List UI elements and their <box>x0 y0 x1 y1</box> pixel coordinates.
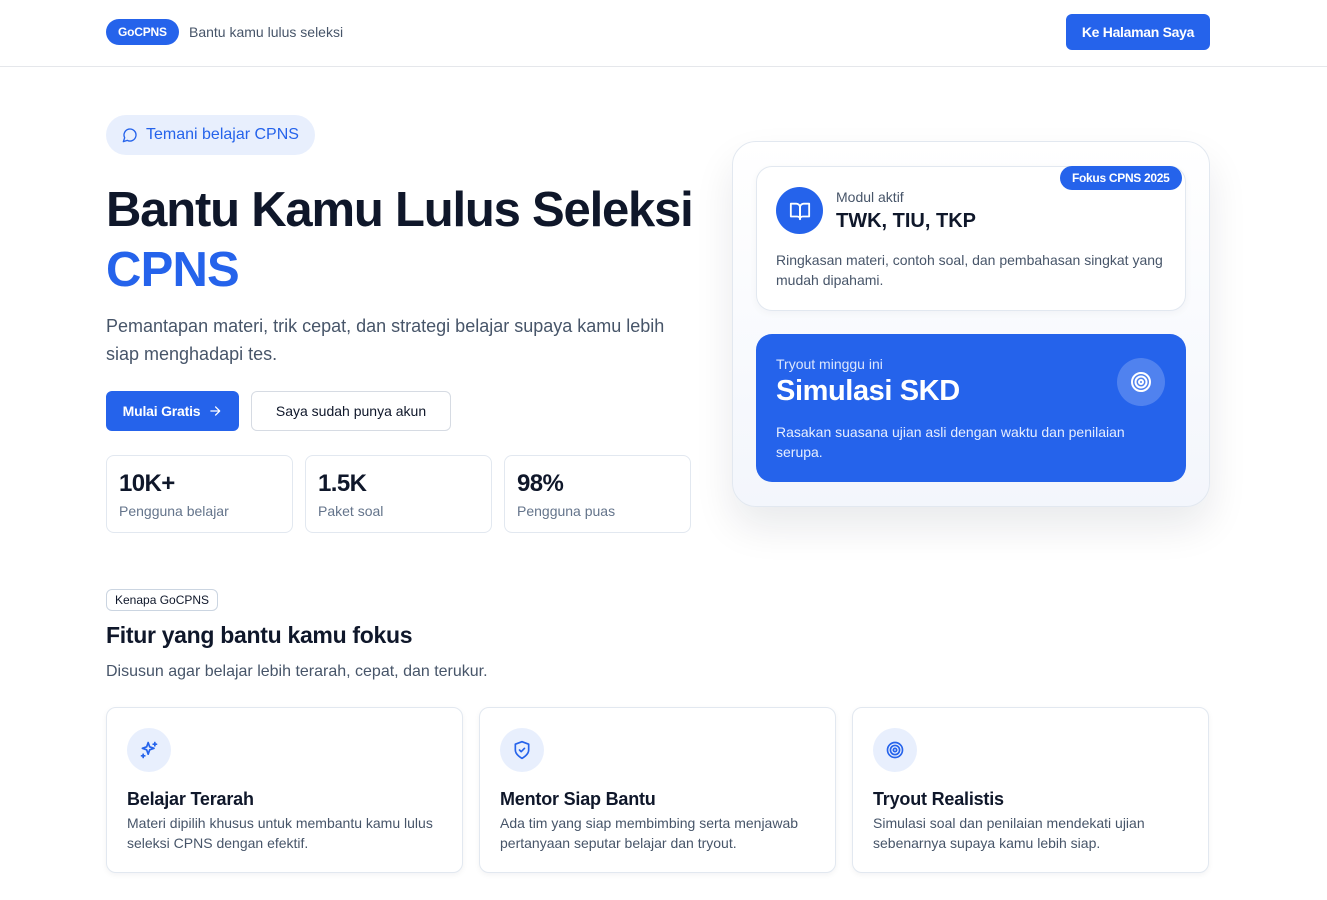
tryout-label: Tryout minggu ini <box>776 356 883 372</box>
stat-value: 1.5K <box>318 470 367 497</box>
target-icon <box>1117 358 1165 406</box>
sparkles-icon <box>127 728 171 772</box>
hero-description: Pemantapan materi, trik cepat, dan strat… <box>106 316 665 364</box>
feature-description: Materi dipilih khusus untuk membantu kam… <box>127 815 433 851</box>
feature-title: Belajar Terarah <box>127 789 254 809</box>
stat-card-packages: 1.5K Paket soal <box>305 455 492 533</box>
hero-title: Bantu Kamu Lulus Seleksi <box>106 183 694 237</box>
feature-card-tryout: Tryout Realistis Simulasi soal dan penil… <box>852 707 1209 873</box>
hero-chip-label: Temani belajar CPNS <box>146 126 299 143</box>
hero-chip: Temani belajar CPNS <box>106 115 315 155</box>
stat-label: Pengguna puas <box>517 503 616 519</box>
features-subtitle: Disusun agar belajar lebih terarah, cepa… <box>106 663 488 680</box>
start-free-button[interactable]: Mulai Gratis <box>106 391 239 431</box>
stat-card-users: 10K+ Pengguna belajar <box>106 455 293 533</box>
feature-title: Tryout Realistis <box>873 789 1004 809</box>
section-eyebrow: Kenapa GoCPNS <box>106 589 219 611</box>
stat-value: 10K+ <box>119 470 175 497</box>
stat-card-satisfaction: 98% Pengguna puas <box>504 455 691 533</box>
feature-description: Ada tim yang siap membimbing serta menja… <box>500 815 799 851</box>
brand-tagline: Bantu kamu lulus seleksi <box>189 24 344 40</box>
module-label: Modul aktif <box>836 189 904 205</box>
target-icon <box>873 728 917 772</box>
tryout-description: Rasakan suasana ujian asli dengan waktu … <box>776 424 1125 460</box>
stat-value: 98% <box>517 470 564 497</box>
my-page-button[interactable]: Ke Halaman Saya <box>1066 14 1210 50</box>
features-title: Fitur yang bantu kamu fokus <box>106 622 413 648</box>
top-navbar: GoCPNS Bantu kamu lulus seleksi Ke Halam… <box>0 0 1327 67</box>
module-description: Ringkasan materi, contoh soal, dan pemba… <box>776 252 1163 288</box>
feature-card-guided-learning: Belajar Terarah Materi dipilih khusus un… <box>106 707 463 873</box>
shield-check-icon <box>500 728 544 772</box>
feature-description: Simulasi soal dan penilaian mendekati uj… <box>873 815 1145 851</box>
stat-label: Pengguna belajar <box>119 503 229 519</box>
stat-label: Paket soal <box>318 503 384 519</box>
feature-card-mentor: Mentor Siap Bantu Ada tim yang siap memb… <box>479 707 836 873</box>
focus-badge: Fokus CPNS 2025 <box>1060 166 1182 190</box>
chat-bubble-icon <box>122 128 137 143</box>
brand-logo[interactable]: GoCPNS <box>106 19 179 45</box>
start-free-label: Mulai Gratis <box>122 403 201 419</box>
module-value: TWK, TIU, TKP <box>836 210 976 232</box>
feature-title: Mentor Siap Bantu <box>500 789 656 809</box>
tryout-title: Simulasi SKD <box>776 375 960 407</box>
book-icon <box>776 187 823 234</box>
have-account-button[interactable]: Saya sudah punya akun <box>251 391 451 431</box>
arrow-right-icon <box>210 406 221 416</box>
hero-title-accent: CPNS <box>106 243 240 297</box>
